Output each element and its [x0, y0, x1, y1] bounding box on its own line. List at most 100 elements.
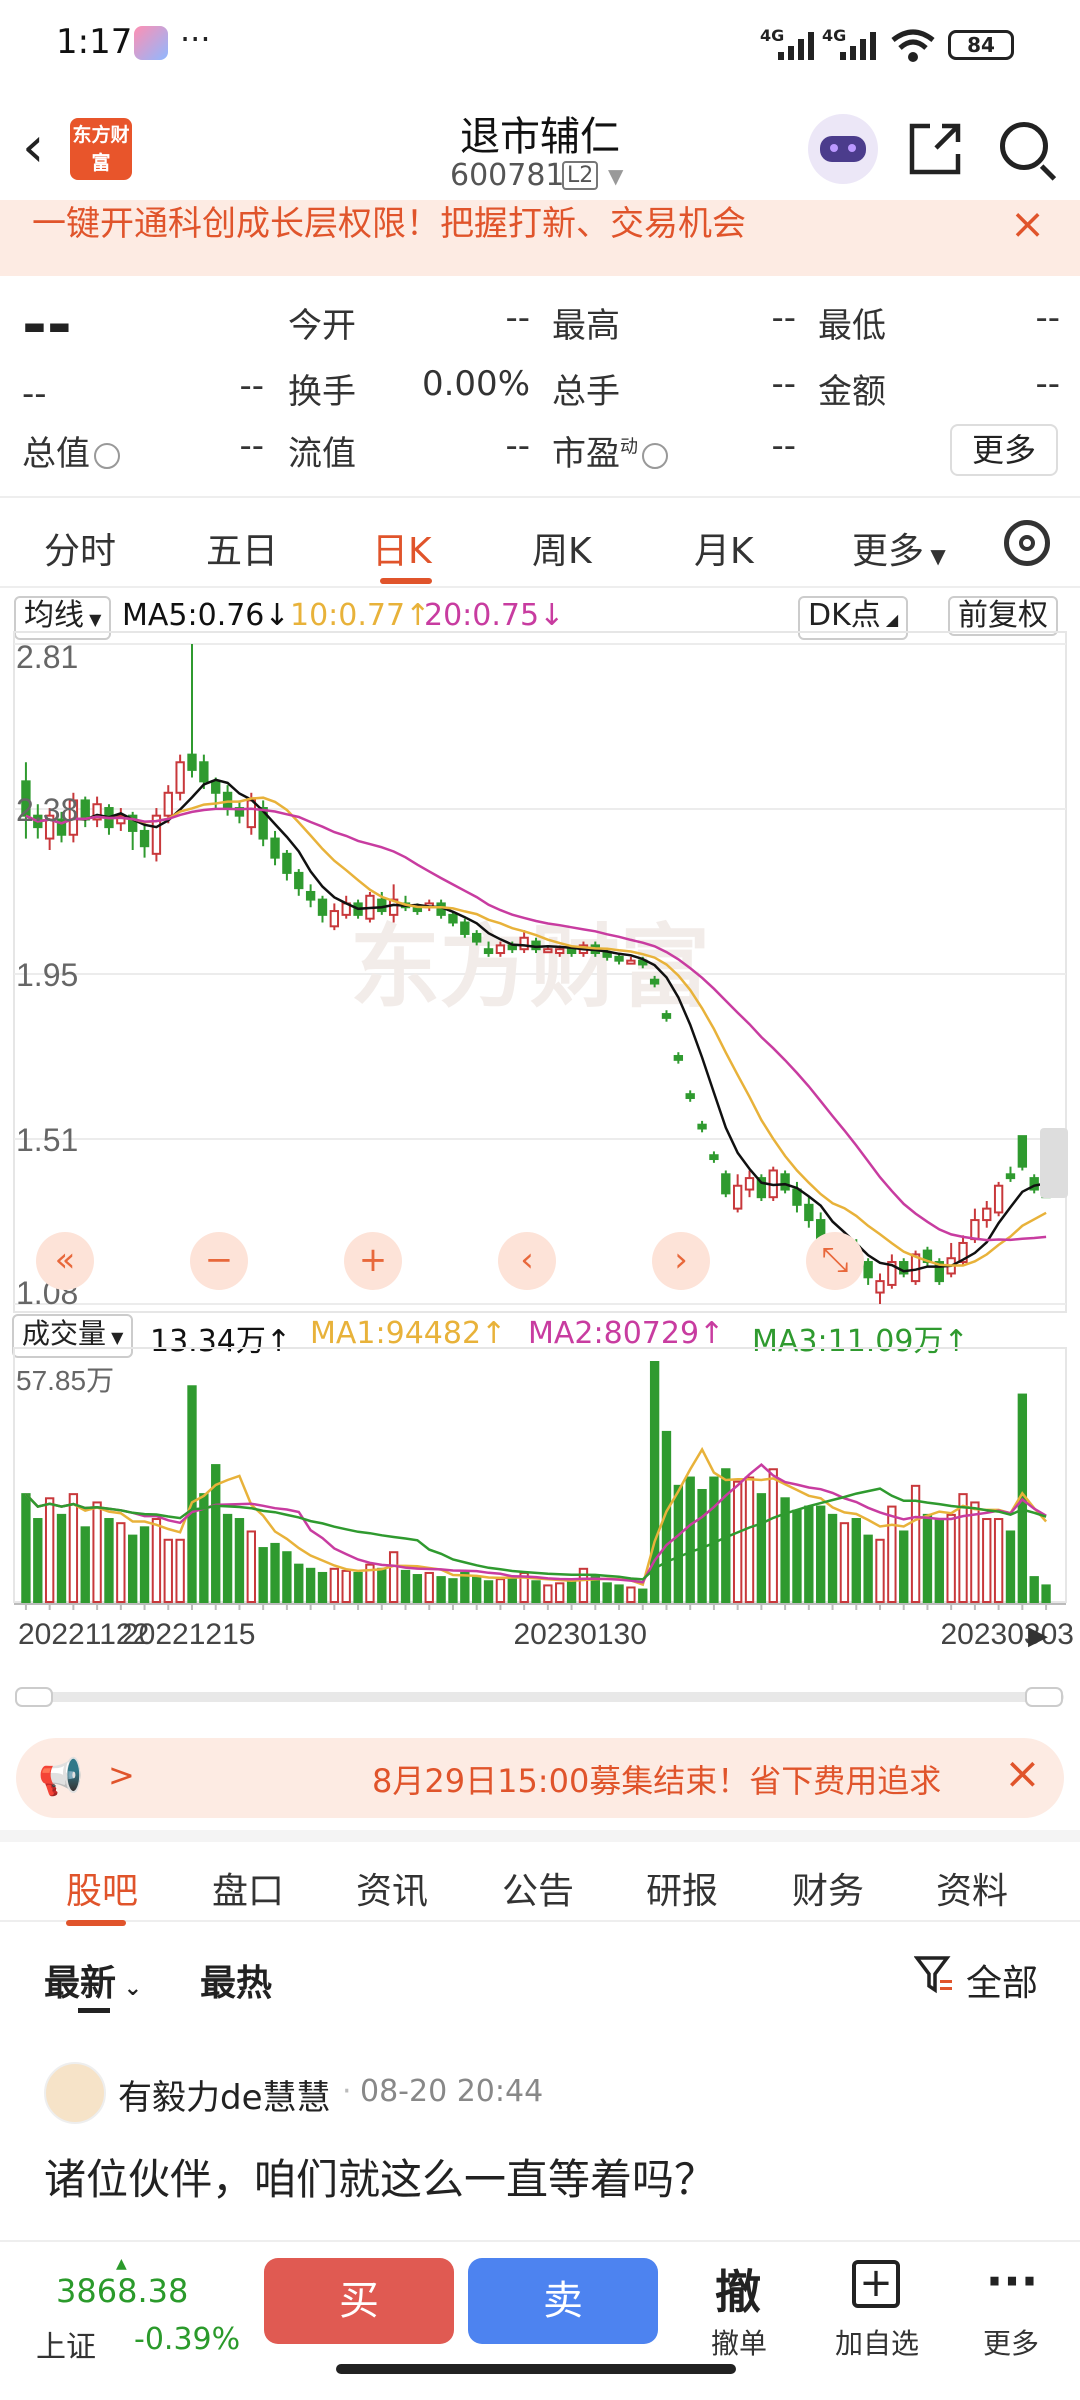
chevron-left-icon[interactable]: ‹ [498, 1232, 556, 1290]
tab-order-book[interactable]: 盘口 [212, 1862, 284, 1914]
search-icon[interactable] [1000, 122, 1048, 170]
add-watchlist-icon[interactable]: + [852, 2260, 900, 2308]
tab-announcements[interactable]: 公告 [502, 1862, 574, 1914]
tab-daily-k[interactable]: 日K [372, 522, 432, 574]
volume-bar [56, 1513, 67, 1603]
filter-all[interactable]: 全部 [966, 1954, 1038, 2006]
share-icon[interactable] [906, 120, 964, 178]
index-up-marker: ▲ [116, 2256, 127, 2272]
chevron-right-icon[interactable]: › [652, 1232, 710, 1290]
post-filter-bar: 最新 ⌄ 最热 全部 [0, 1924, 1080, 2024]
tab-news[interactable]: 资讯 [356, 1862, 428, 1914]
volume-bar [899, 1530, 909, 1604]
tab-profile[interactable]: 资料 [936, 1862, 1008, 1914]
filter-icon[interactable] [914, 1954, 954, 1996]
candle-body [294, 871, 304, 890]
forum-post[interactable]: 有毅力de慧慧 · 08-20 20:44 诸位伙伴，咱们就这么一直等着吗？ [0, 2030, 1080, 2230]
candle-body [80, 799, 90, 821]
post-author[interactable]: 有毅力de慧慧 [118, 2070, 331, 2119]
gear-icon[interactable] [1004, 520, 1050, 566]
index-name[interactable]: 上证 [36, 2322, 96, 2366]
volume-bar [1041, 1584, 1051, 1603]
avatar[interactable] [44, 2062, 106, 2124]
info-icon[interactable] [94, 442, 120, 469]
fullscreen-icon[interactable]: ⤡ [806, 1232, 864, 1290]
chevron-down-icon: ▼ [924, 544, 946, 568]
tab-weekly-k[interactable]: 周K [532, 522, 592, 574]
index-value[interactable]: 3868.38 [56, 2272, 188, 2310]
volume-bar [317, 1571, 328, 1603]
open-label: 今开 [288, 306, 356, 346]
more-label[interactable]: 更多 [956, 2322, 1066, 2362]
volume-bar [234, 1518, 245, 1603]
tab-five-day[interactable]: 五日 [206, 522, 278, 574]
buy-button[interactable]: 买 [264, 2258, 454, 2344]
info-icon-pe[interactable] [642, 442, 668, 469]
high-value: -- [771, 298, 796, 338]
fund-notice-bar[interactable]: 📢 > 8月29日15:00募集结束！省下费用追求 × [16, 1738, 1064, 1818]
candle-body [970, 1219, 980, 1241]
promo-text[interactable]: 一键开通科创成长层权限！把握打新、交易机会 [32, 200, 746, 248]
l2-badge[interactable]: L2 [562, 161, 599, 190]
zoom-in-icon[interactable]: + [344, 1232, 402, 1290]
volume-bar [187, 1385, 197, 1603]
tab-monthly-k[interactable]: 月K [694, 522, 754, 574]
pe-value: -- [771, 426, 796, 466]
tab-more[interactable]: 更多 ▼ [852, 522, 946, 574]
game-app-icon [134, 26, 168, 60]
post-text[interactable]: 诸位伙伴，咱们就这么一直等着吗？ [44, 2146, 716, 2207]
crosshair-handle[interactable] [1040, 1128, 1068, 1198]
signal-bars-icon-2 [840, 32, 876, 60]
rewind-icon[interactable]: « [36, 1232, 94, 1290]
price-tick-label: 2.81 [16, 639, 78, 675]
candle-body [602, 952, 612, 958]
volume-bar [175, 1538, 185, 1603]
close-icon[interactable]: × [1004, 1748, 1041, 1799]
zoom-out-icon[interactable]: − [190, 1232, 248, 1290]
volume-bar [566, 1580, 577, 1604]
sort-latest[interactable]: 最新 ⌄ [44, 1954, 142, 2006]
chevron-down-icon[interactable]: ▼ [608, 164, 623, 188]
tab-research[interactable]: 研报 [646, 1862, 718, 1914]
candle-body [626, 959, 636, 965]
sell-button[interactable]: 卖 [468, 2258, 658, 2344]
high-label: 最高 [552, 306, 620, 346]
stock-header: ‹ 东方财富 退市辅仁 600781 L2 ▼ [0, 90, 1080, 206]
cancel-order-label[interactable]: 撤单 [684, 2322, 794, 2362]
wifi-icon [891, 29, 935, 62]
volume-bar [1005, 1530, 1016, 1604]
cancel-order-icon[interactable]: 撤 [688, 2256, 788, 2322]
tab-finance[interactable]: 财务 [792, 1862, 864, 1914]
candle-body [993, 1184, 1004, 1214]
sort-underline [78, 2008, 110, 2013]
more-quote-button[interactable]: 更多 [950, 424, 1058, 476]
volume-bar [946, 1513, 956, 1603]
notice-arrow[interactable]: > [108, 1756, 135, 1794]
candle-body [566, 948, 577, 955]
candle-body [305, 890, 316, 901]
notice-text[interactable]: 8月29日15:00募集结束！省下费用追求 [372, 1756, 941, 1802]
sort-hot[interactable]: 最热 [200, 1954, 272, 2006]
home-indicator[interactable] [336, 2364, 736, 2374]
close-icon[interactable]: × [1010, 200, 1045, 248]
more-dots-icon[interactable]: ··· [962, 2254, 1062, 2308]
pe-label: 市盈动 [552, 426, 668, 475]
chevron-right-icon: ▶ [1028, 1621, 1048, 1651]
promo-banner[interactable]: 一键开通科创成长层权限！把握打新、交易机会 × [0, 200, 1080, 276]
volume-bar [614, 1584, 624, 1603]
candle-body [863, 1261, 873, 1279]
scroll-handle-left [15, 1687, 53, 1707]
add-watchlist-label[interactable]: 加自选 [822, 2322, 932, 2362]
ai-assistant-icon[interactable] [808, 114, 878, 184]
tab-intraday[interactable]: 分时 [44, 522, 116, 574]
kline-svg[interactable]: 东方财富 2.812.381.951.511.0857.85万202211222… [0, 588, 1080, 1708]
volume-bar [792, 1509, 802, 1604]
tab-guba[interactable]: 股吧 [66, 1862, 138, 1914]
kline-chart-area[interactable]: 均线 ▼ MA5:0.76↓ 10:0.77↑ 20:0.75↓ DK点 ◢ 前… [0, 588, 1080, 1708]
volume-bar [709, 1476, 719, 1603]
volume-bar [353, 1571, 363, 1603]
volume-bar [222, 1513, 233, 1603]
index-change[interactable]: -0.39% [134, 2322, 240, 2357]
candle-body [1017, 1135, 1028, 1168]
volume-bar [507, 1576, 517, 1603]
